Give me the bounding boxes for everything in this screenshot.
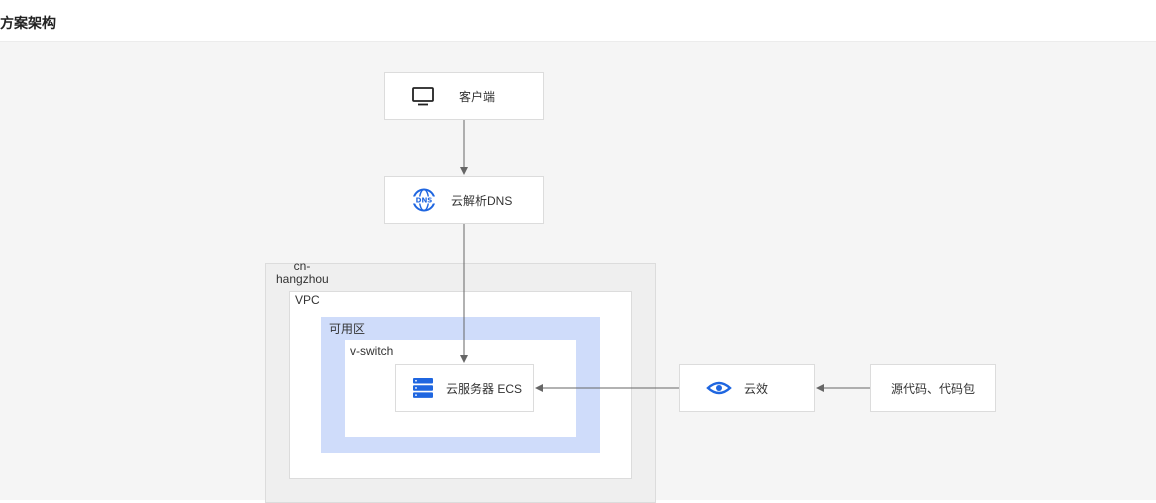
dns-label: 云解析DNS xyxy=(451,193,513,208)
svg-text:DNS: DNS xyxy=(416,197,433,205)
eye-icon xyxy=(706,378,732,398)
client-label: 客户端 xyxy=(459,89,496,104)
page-title: 方案架构 xyxy=(0,15,56,31)
client-node: 客户端 xyxy=(384,72,544,120)
source-label: 源代码、代码包 xyxy=(890,381,975,396)
monitor-icon xyxy=(411,84,435,108)
vpc-label: VPC xyxy=(295,293,320,307)
vswitch-label: v-switch xyxy=(350,344,394,358)
source-node: 源代码、代码包 xyxy=(870,364,996,412)
ecs-node: 云服务器 ECS xyxy=(395,364,534,412)
dns-node: DNS 云解析DNS xyxy=(384,176,544,224)
header: 方案架构 xyxy=(0,0,1156,42)
yunxiao-node: 云效 xyxy=(679,364,815,412)
ecs-label: 云服务器 ECS xyxy=(446,381,523,396)
dns-icon: DNS xyxy=(411,187,437,213)
region-label: cn- hangzhou xyxy=(276,259,329,286)
server-icon xyxy=(412,377,434,399)
zone-label: 可用区 xyxy=(329,322,366,336)
yunxiao-label: 云效 xyxy=(744,381,769,396)
